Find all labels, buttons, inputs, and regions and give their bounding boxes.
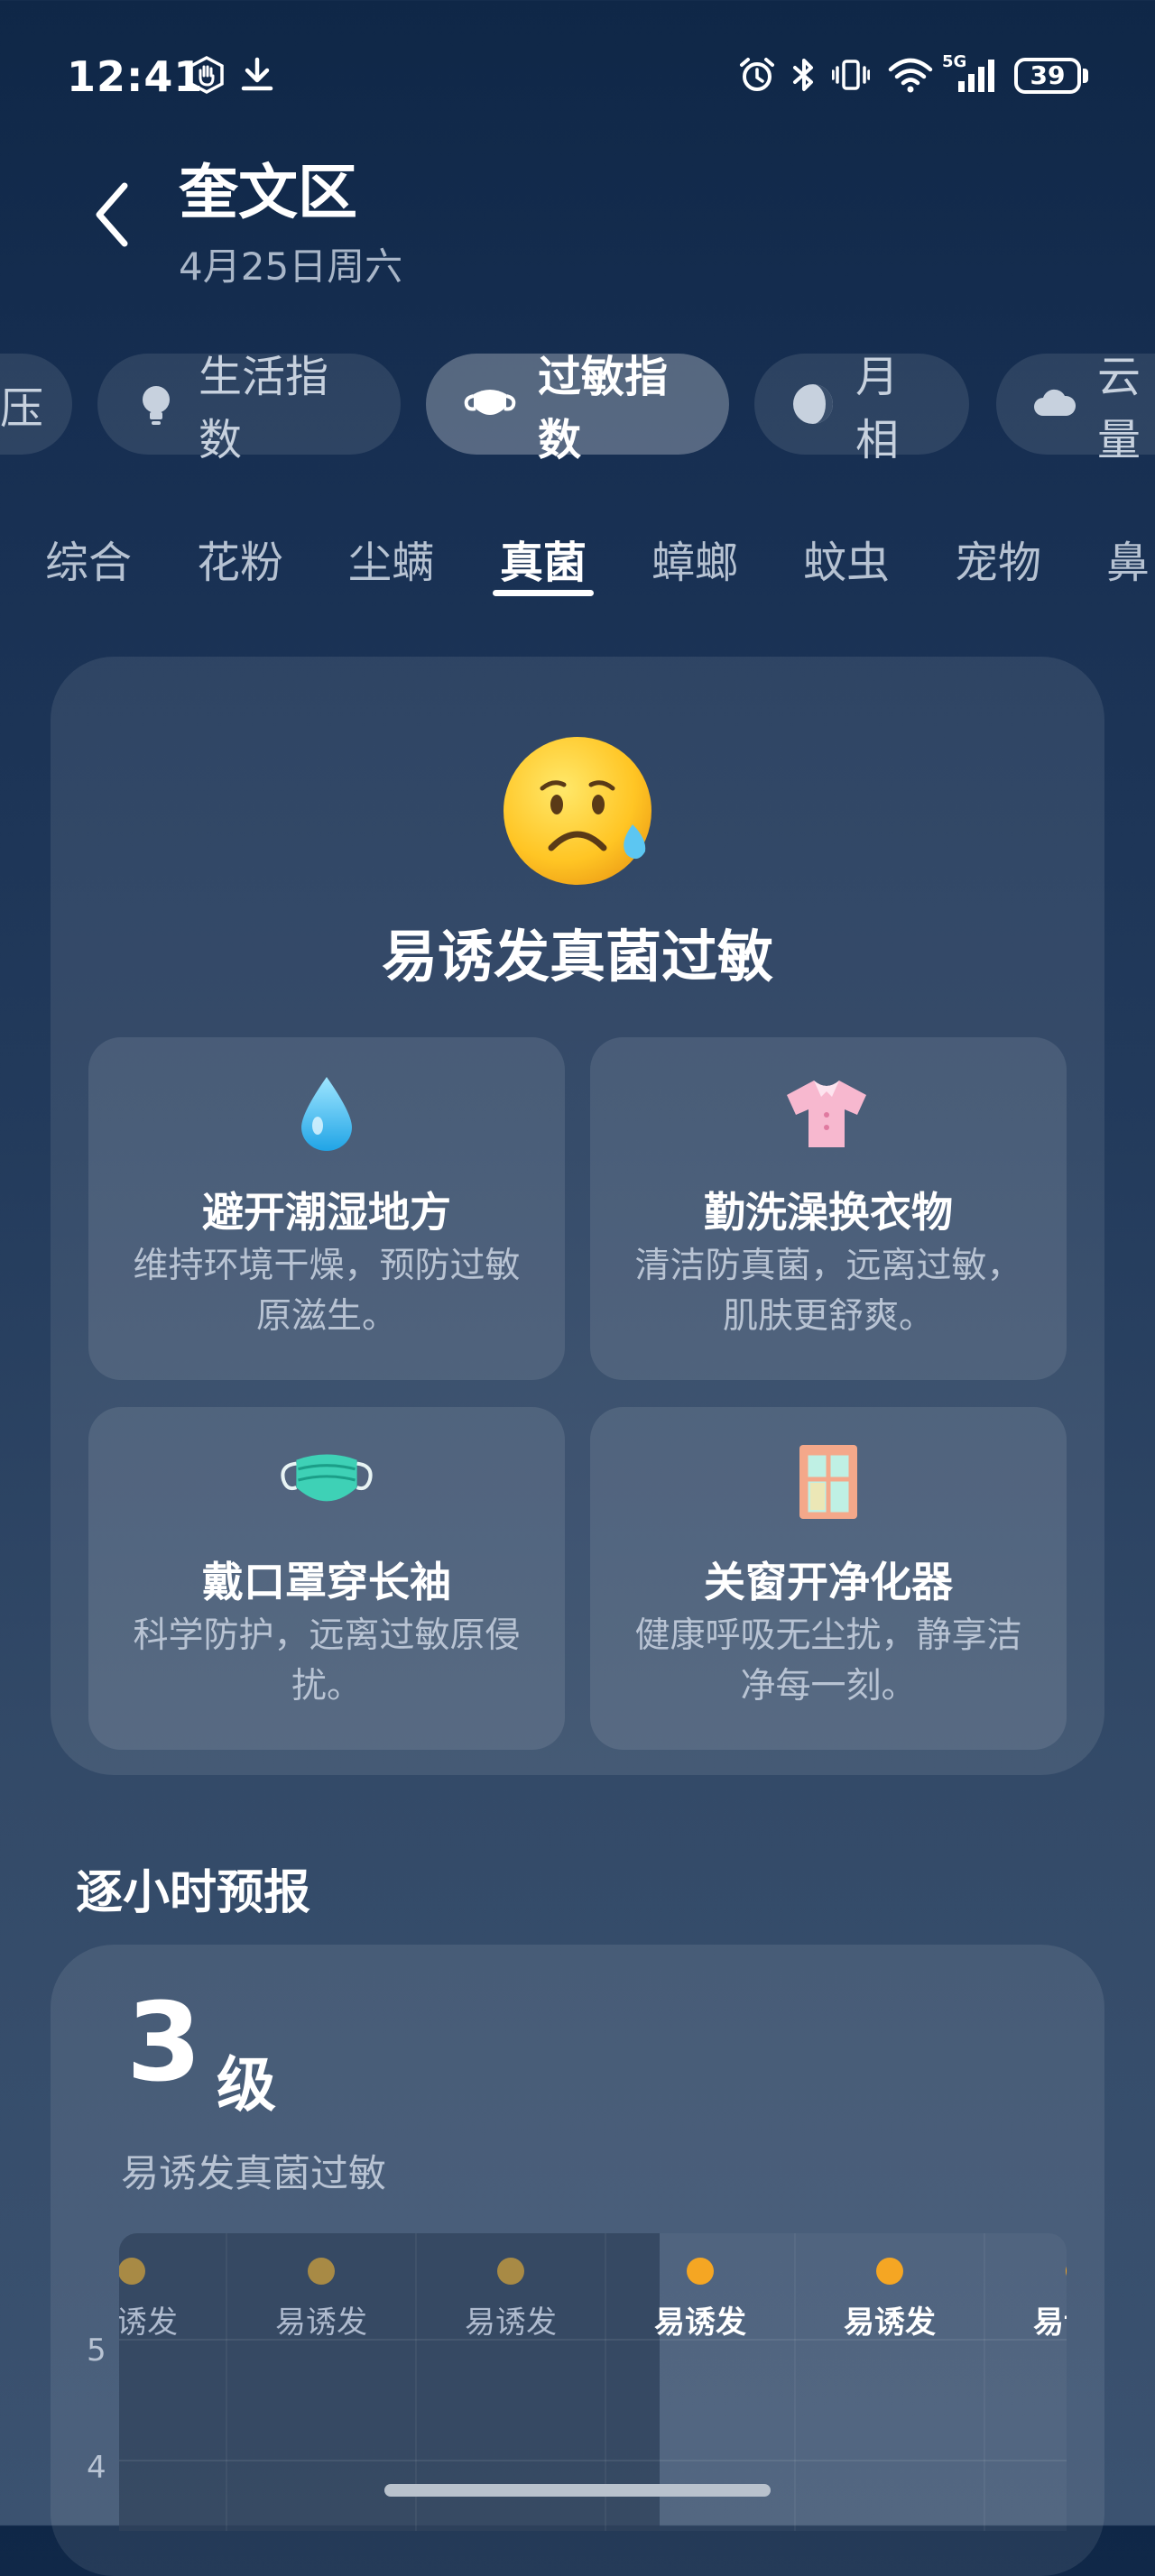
hourly-point [687,2258,714,2285]
tip-card: 关窗开净化器 健康呼吸无尘扰，静享洁净每一刻。 [590,1407,1067,1750]
shirt-icon [787,1081,866,1147]
tip-card: 勤洗澡换衣物 清洁防真菌，远离过敏，肌肤更舒爽。 [590,1037,1067,1380]
subtab-cockroach[interactable]: 蟑螂 [651,527,738,590]
tip-desc: 清洁防真菌，远离过敏，肌肤更舒爽。 [634,1246,1022,1337]
worried-sweat-face-icon [504,737,651,885]
window-icon [799,1445,857,1519]
battery-icon: 39 [1014,58,1081,94]
tip-desc: 维持环境干燥，预防过敏原滋生。 [133,1246,521,1337]
lightbulb-icon [143,386,170,425]
hourly-point [876,2258,903,2285]
face-mask-icon [281,1454,373,1502]
tip-card: 戴口罩穿长袖 科学防护，远离过敏原侵扰。 [88,1407,565,1750]
home-indicator[interactable] [384,2484,771,2497]
alarm-icon [740,58,774,91]
hourly-section-title: 逐小时预报 [76,1866,311,1920]
category-label: 月相 [855,352,900,465]
bluetooth-icon [793,59,813,91]
tip-desc: 健康呼吸无尘扰，静享洁净每一刻。 [634,1615,1022,1707]
page-date: 4月25日周六 [179,244,403,289]
page-title: 奎文区 [179,158,357,227]
hourly-point-label: 易诱发 [275,2305,367,2341]
active-tab-indicator [493,590,594,596]
status-time: 12:41 [67,52,204,101]
category-label: 压 [0,383,44,434]
category-pill-allergy-index[interactable]: 过敏指数 [426,352,729,465]
subtab-dust-mite[interactable]: 尘螨 [348,527,435,590]
hourly-point [308,2258,335,2285]
tip-title: 关窗开净化器 [704,1558,953,1606]
tip-title: 戴口罩穿长袖 [202,1558,451,1606]
vibrate-icon [832,60,870,90]
tip-title: 避开潮湿地方 [202,1188,451,1237]
tip-card: 避开潮湿地方 维持环境干燥，预防过敏原滋生。 [88,1037,565,1380]
y-tick-label: 4 [87,2450,106,2486]
water-drop-icon [301,1077,352,1151]
category-pill-pressure[interactable]: 压 [0,354,72,455]
category-label: 生活指数 [199,352,329,465]
category-pill-cloud[interactable]: 云量 [996,352,1155,465]
hourly-point-label: 易诱发 [465,2305,557,2341]
mask-icon [464,390,516,415]
status-bar: 12:41 5G 39 [0,0,1155,153]
level-description: 易诱发真菌过敏 [121,2151,387,2195]
wifi-icon [888,58,933,93]
subtab-fungus[interactable]: 真菌 [500,527,587,590]
download-icon [241,57,273,91]
tip-title: 勤洗澡换衣物 [704,1188,953,1237]
hourly-point [497,2258,524,2285]
category-pill-moon-phase[interactable]: 月相 [754,352,969,465]
tip-desc: 科学防护，远离过敏原侵扰。 [133,1615,521,1707]
category-label: 过敏指数 [538,352,669,465]
subtab-nose[interactable]: 鼻 [1106,527,1155,590]
hourly-point-label: 易诱发 [844,2305,936,2341]
hourly-point [119,2258,145,2285]
category-pill-life-index[interactable]: 生活指数 [97,352,401,465]
subtab-mosquito[interactable]: 蚊虫 [803,527,890,590]
hourly-point-label: 易诱发 [654,2305,746,2341]
back-arrow-icon[interactable] [90,179,135,251]
cloud-icon [1034,389,1076,416]
subtab-general[interactable]: 综合 [45,527,132,590]
signal-icon [958,60,994,92]
y-tick-label: 5 [87,2332,106,2369]
subtab-pet[interactable]: 宠物 [955,527,1041,590]
hand-icon [189,56,224,94]
battery-tip [1083,69,1088,83]
hourly-point-label: 易诱发 [1033,2305,1067,2341]
allergy-status-title: 易诱发真菌过敏 [381,924,773,989]
level-number: 3 [126,1981,202,2106]
moon-phase-icon [793,384,833,424]
hourly-point-label: 易诱发 [119,2305,178,2341]
category-label: 云量 [1097,352,1141,465]
level-unit: 级 [217,2050,276,2120]
subtab-pollen[interactable]: 花粉 [197,527,283,590]
